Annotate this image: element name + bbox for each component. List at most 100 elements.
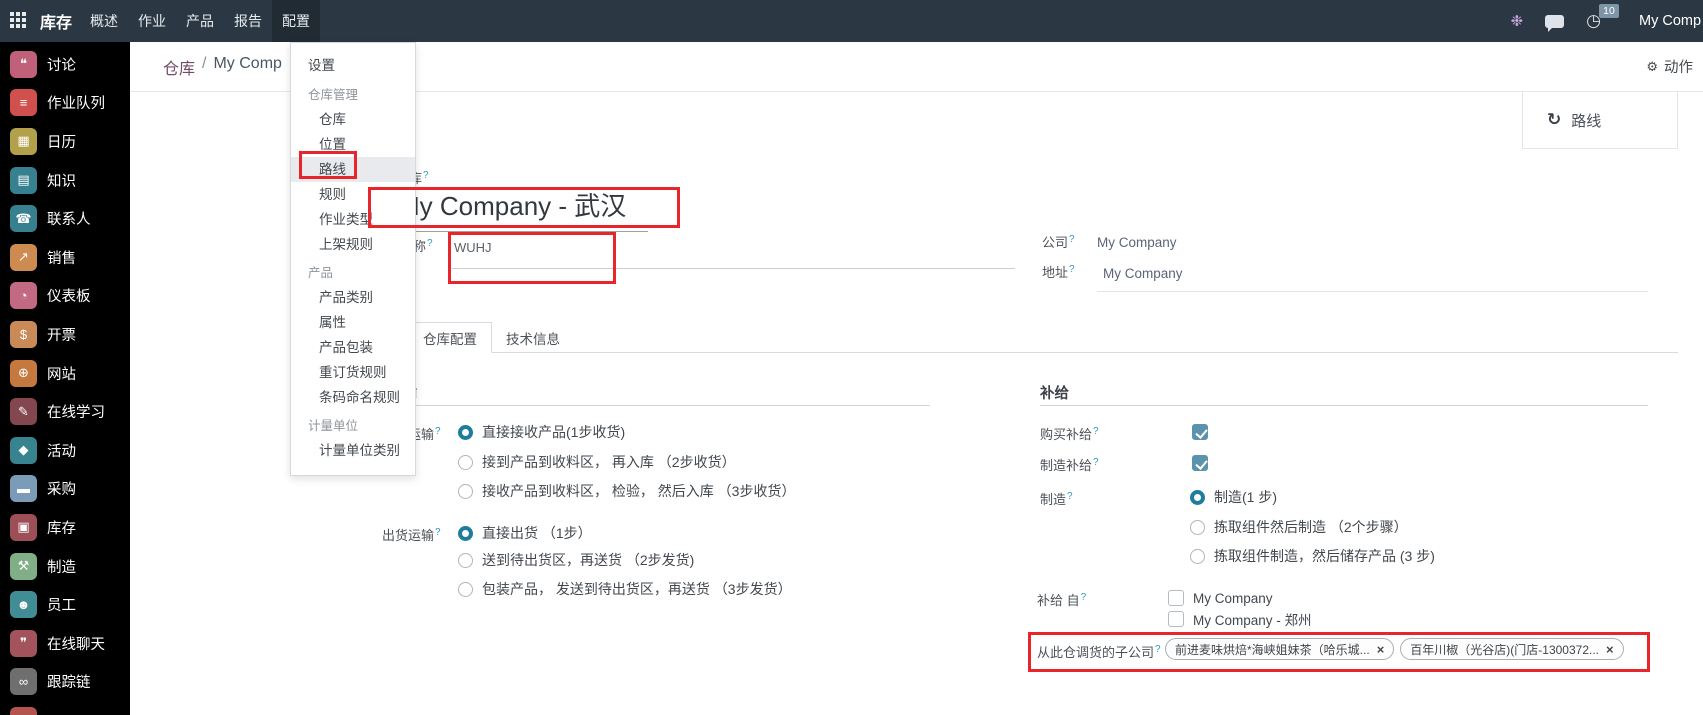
sidebar-item-livechat[interactable]: ❞ 在线聊天 bbox=[0, 624, 130, 663]
sidebar-item-inventory[interactable]: ▣ 库存 bbox=[0, 508, 130, 547]
sidebar-item-knowledge[interactable]: ▤ 知识 bbox=[0, 161, 130, 200]
sidebar-item-sales[interactable]: ↗ 销售 bbox=[0, 238, 130, 277]
tab-warehouse-configuration[interactable]: 仓库配置 bbox=[408, 322, 492, 353]
menu-item-routes[interactable]: 路线 bbox=[291, 157, 415, 182]
company-value[interactable]: My Company bbox=[1097, 235, 1177, 250]
elearning-icon: ✎ bbox=[10, 398, 37, 425]
app-window: 库存 概述 作业 产品 报告 配置 ❉ ◷ 10 My Comp ❝ 讨论 ≡ … bbox=[0, 0, 1703, 715]
debug-bug-icon[interactable]: ❉ bbox=[1511, 12, 1524, 30]
address-value[interactable]: My Company bbox=[1103, 266, 1183, 281]
radio-label: 拣取组件然后制造 （2个步骤） bbox=[1214, 517, 1408, 537]
resupply-section-title: 补给 bbox=[1040, 382, 1069, 403]
app-name[interactable]: 库存 bbox=[36, 0, 80, 42]
menu-item-reordering-rules[interactable]: 重订货规则 bbox=[291, 360, 415, 385]
subsidiaries-label: 从此仓调货的子公司? bbox=[1037, 642, 1161, 661]
sidebar-item-employees[interactable]: ☻ 员工 bbox=[0, 585, 130, 624]
checkbox-checked-icon bbox=[1192, 424, 1208, 440]
menu-item-product-categories[interactable]: 产品类别 bbox=[291, 285, 415, 310]
apps-grid-icon[interactable] bbox=[10, 12, 28, 30]
actions-button[interactable]: ⚙ 动作 bbox=[1646, 56, 1703, 77]
website-icon: ⊕ bbox=[10, 360, 37, 387]
radio-label: 制造(1 步) bbox=[1214, 487, 1277, 507]
subsidiaries-tags[interactable]: 前进麦味烘焙*海峡姐妹茶（哈乐城... × 百年川椒（光谷店)(门店-13003… bbox=[1165, 638, 1624, 660]
radio-option-manufacture-3[interactable]: 拣取组件制造，然后储存产品 (3 步) bbox=[1190, 546, 1435, 566]
menu-section-warehouse-management: 仓库管理 bbox=[291, 83, 415, 107]
menu-item-locations[interactable]: 位置 bbox=[291, 132, 415, 157]
breadcrumb-separator: / bbox=[202, 55, 206, 79]
help-icon: ? bbox=[427, 238, 433, 249]
topbar-menu-operations[interactable]: 作业 bbox=[128, 0, 176, 42]
resupply-from-label: 补给 自? bbox=[1037, 590, 1086, 609]
help-icon: ? bbox=[1093, 457, 1099, 468]
sidebar-item-invoicing[interactable]: $ 开票 bbox=[0, 315, 130, 354]
menu-item-putaway-rules[interactable]: 上架规则 bbox=[291, 232, 415, 257]
knowledge-icon: ▤ bbox=[10, 167, 37, 194]
configuration-dropdown-menu: 设置 仓库管理 仓库 位置 路线 规则 作业类型 上架规则 产品 产品类别 属性… bbox=[290, 42, 416, 476]
topbar-menu-products[interactable]: 产品 bbox=[176, 0, 224, 42]
radio-label: 直接出货 （1步） bbox=[482, 523, 592, 543]
help-icon: ? bbox=[423, 170, 429, 181]
sidebar-item-manufacturing[interactable]: ⚒ 制造 bbox=[0, 547, 130, 586]
menu-item-rules[interactable]: 规则 bbox=[291, 182, 415, 207]
radio-icon bbox=[458, 455, 473, 470]
warehouse-name-input[interactable]: My Company - 武汉 bbox=[398, 186, 626, 223]
checkbox-icon bbox=[1168, 590, 1184, 606]
radio-selected-icon bbox=[458, 526, 473, 541]
partial-app-icon bbox=[10, 707, 37, 715]
radio-option-outgoing-3[interactable]: 包装产品， 发送到待出货区，再送货 （3步发货） bbox=[458, 579, 792, 599]
routes-smart-button[interactable]: ↻ 路线 bbox=[1522, 92, 1678, 149]
sidebar-item-link-tracker[interactable]: ∞ 跟踪链 bbox=[0, 663, 130, 702]
messages-icon[interactable] bbox=[1545, 15, 1564, 28]
tag-remove-icon[interactable]: × bbox=[1606, 642, 1614, 657]
short-name-input[interactable]: WUHJ bbox=[454, 240, 492, 255]
radio-option-outgoing-1[interactable]: 直接出货 （1步） bbox=[458, 523, 592, 543]
sales-icon: ↗ bbox=[10, 244, 37, 271]
help-icon: ? bbox=[1093, 426, 1099, 437]
topbar-menu-overview[interactable]: 概述 bbox=[80, 0, 128, 42]
menu-item-product-packagings[interactable]: 产品包装 bbox=[291, 335, 415, 360]
radio-option-incoming-1[interactable]: 直接接收产品(1步收货) bbox=[458, 422, 625, 442]
sidebar-item-website[interactable]: ⊕ 网站 bbox=[0, 354, 130, 393]
activities-button[interactable]: ◷ 10 bbox=[1586, 11, 1601, 31]
tag-remove-icon[interactable]: × bbox=[1377, 642, 1385, 657]
help-icon: ? bbox=[1067, 491, 1073, 502]
radio-label: 接收产品到收料区， 检验， 然后入库 （3步收货） bbox=[482, 481, 795, 501]
manufacture-resupply-checkbox[interactable] bbox=[1192, 453, 1208, 473]
menu-item-operation-types[interactable]: 作业类型 bbox=[291, 207, 415, 232]
menu-item-uom-categories[interactable]: 计量单位类别 bbox=[291, 438, 415, 463]
buy-resupply-checkbox[interactable] bbox=[1192, 422, 1208, 442]
address-label: 地址? bbox=[1042, 262, 1075, 281]
breadcrumb-warehouses-link[interactable]: 仓库 bbox=[163, 55, 195, 79]
radio-selected-icon bbox=[458, 425, 473, 440]
resupply-from-option-1[interactable]: My Company bbox=[1168, 588, 1273, 608]
contacts-icon: ☎ bbox=[10, 205, 37, 232]
topbar-menu-configuration[interactable]: 配置 bbox=[272, 0, 320, 42]
radio-option-manufacture-2[interactable]: 拣取组件然后制造 （2个步骤） bbox=[1190, 517, 1408, 537]
resupply-from-option-2[interactable]: My Company - 郑州 bbox=[1168, 609, 1312, 629]
radio-option-incoming-3[interactable]: 接收产品到收料区， 检验， 然后入库 （3步收货） bbox=[458, 481, 795, 501]
livechat-icon: ❞ bbox=[10, 630, 37, 657]
topbar-menu-reporting[interactable]: 报告 bbox=[224, 0, 272, 42]
resupply-section-divider bbox=[1040, 405, 1648, 406]
user-menu[interactable]: My Comp bbox=[1639, 13, 1701, 29]
radio-option-incoming-2[interactable]: 接到产品到收料区， 再入库 （2步收货） bbox=[458, 452, 736, 472]
sidebar-item-events[interactable]: ◆ 活动 bbox=[0, 431, 130, 470]
manufacturing-icon: ⚒ bbox=[10, 553, 37, 580]
sidebar-item-calendar[interactable]: ▦ 日历 bbox=[0, 122, 130, 161]
sidebar-item-contacts[interactable]: ☎ 联系人 bbox=[0, 199, 130, 238]
sidebar-item-discuss[interactable]: ❝ 讨论 bbox=[0, 45, 130, 84]
sidebar-item-job-queue[interactable]: ≡ 作业队列 bbox=[0, 84, 130, 123]
sidebar-item-dashboards[interactable]: ◔ 仪表板 bbox=[0, 277, 130, 316]
sidebar-item-partial[interactable] bbox=[0, 701, 130, 715]
sidebar-item-elearning[interactable]: ✎ 在线学习 bbox=[0, 392, 130, 431]
menu-item-settings[interactable]: 设置 bbox=[291, 53, 415, 79]
notebook-tabs: 仓库配置 技术信息 bbox=[408, 322, 574, 353]
menu-item-warehouses[interactable]: 仓库 bbox=[291, 107, 415, 132]
checkbox-checked-icon bbox=[1192, 455, 1208, 471]
menu-item-barcode-nomenclatures[interactable]: 条码命名规则 bbox=[291, 385, 415, 410]
menu-item-attributes[interactable]: 属性 bbox=[291, 310, 415, 335]
radio-option-manufacture-1[interactable]: 制造(1 步) bbox=[1190, 487, 1277, 507]
tab-technical-information[interactable]: 技术信息 bbox=[492, 322, 574, 353]
radio-option-outgoing-2[interactable]: 送到待出货区，再送货 （2步发货) bbox=[458, 550, 694, 570]
sidebar-item-purchase[interactable]: ▬ 采购 bbox=[0, 470, 130, 509]
